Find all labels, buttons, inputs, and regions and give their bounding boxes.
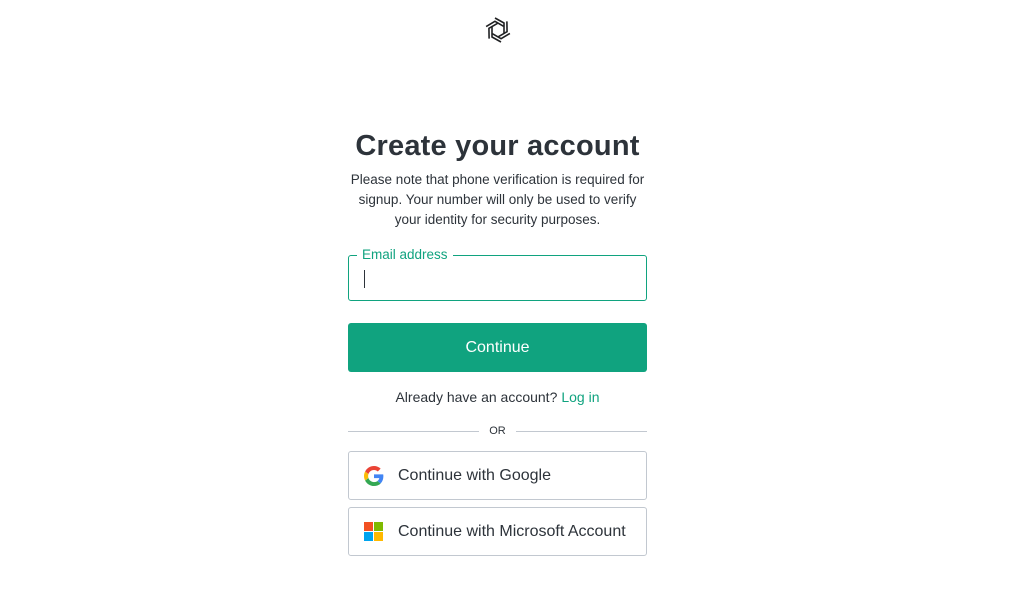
google-icon: [364, 465, 384, 486]
email-field[interactable]: Email address: [348, 246, 647, 301]
divider-line-right: [516, 431, 647, 432]
signup-card: Create your account Please note that pho…: [348, 128, 647, 556]
google-button-label: Continue with Google: [398, 466, 551, 484]
page-subtitle: Please note that phone verification is r…: [350, 172, 645, 227]
login-link[interactable]: Log in: [561, 389, 599, 405]
continue-button[interactable]: Continue: [348, 323, 647, 372]
microsoft-icon-yellow: [374, 532, 383, 541]
openai-logo-icon: [482, 14, 514, 46]
email-input[interactable]: [361, 256, 634, 300]
microsoft-icon-red: [364, 522, 373, 531]
continue-with-microsoft-button[interactable]: Continue with Microsoft Account: [348, 507, 647, 556]
login-prompt-row: Already have an account? Log in: [348, 387, 647, 407]
page-title: Create your account: [355, 130, 640, 162]
text-cursor: [364, 270, 365, 288]
microsoft-icon-green: [374, 522, 383, 531]
microsoft-icon-blue: [364, 532, 373, 541]
microsoft-icon: [364, 522, 383, 541]
microsoft-button-label: Continue with Microsoft Account: [398, 522, 626, 540]
or-divider: OR: [348, 423, 647, 439]
continue-with-google-button[interactable]: Continue with Google: [348, 451, 647, 500]
login-prompt: Already have an account?: [395, 389, 558, 405]
